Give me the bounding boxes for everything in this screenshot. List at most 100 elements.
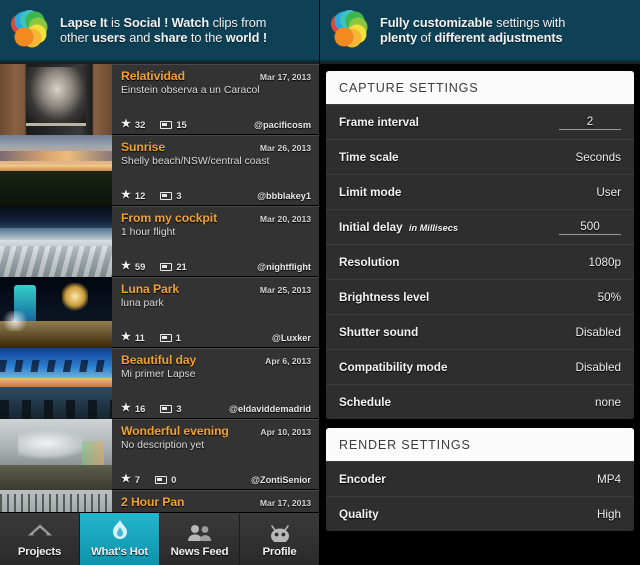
setting-label-suffix: in Millisecs: [408, 222, 458, 233]
settings-section-header: CAPTURE SETTINGS: [326, 71, 634, 104]
promo-line-1: Lapse It is Social ! Watch clips from: [60, 14, 267, 30]
feed-item-title: Relatividad: [121, 69, 185, 83]
lapse-it-flower-logo: [327, 8, 371, 52]
star-icon: ★: [121, 118, 131, 130]
setting-label: Encoder: [339, 472, 386, 486]
feed-item[interactable]: Relatividad Mar 17, 2013 Einstein observa …: [0, 64, 319, 135]
feed-item-stats: ★ 12 3: [121, 190, 182, 202]
settings-scroll-area[interactable]: CAPTURE SETTINGS Frame interval 2 Time scal…: [320, 64, 640, 565]
promo-line-2: plenty of different adjustments: [380, 30, 563, 45]
film-icon: [155, 475, 168, 484]
feed-item-title: Beautiful day: [121, 353, 197, 367]
feed-item-thumbnail[interactable]: [0, 277, 112, 348]
setting-row[interactable]: Compatibility mode Disabled: [326, 349, 634, 384]
feed-item[interactable]: 2 Hour Pan Mar 17, 2013: [0, 490, 319, 512]
tab-what-s-hot[interactable]: What's Hot: [80, 513, 160, 565]
settings-panel: Fully customizable settings with plenty …: [320, 0, 640, 565]
promo-line-1: Fully customizable settings with: [380, 14, 566, 30]
setting-row[interactable]: Limit mode User: [326, 174, 634, 209]
star-count-value: 59: [134, 261, 146, 272]
star-count: ★ 7: [121, 473, 140, 486]
star-count-value: 32: [134, 119, 146, 130]
setting-row[interactable]: Brightness level 50%: [326, 279, 634, 314]
feed-item[interactable]: Sunrise Mar 26, 2013 Shelly beach/NSW/cent…: [0, 135, 319, 206]
clip-count-value: 3: [176, 190, 182, 201]
feed-item-description: Mi primer Lapse: [121, 369, 196, 380]
setting-value[interactable]: High: [597, 508, 621, 521]
setting-value[interactable]: 500: [559, 220, 621, 235]
feed-item-user[interactable]: @nightflight: [257, 262, 311, 272]
setting-row[interactable]: Time scale Seconds: [326, 139, 634, 174]
feed-item-user[interactable]: @bbblakey1: [257, 191, 311, 201]
star-count: ★ 32: [121, 118, 146, 131]
feed-item-meta: Wonderful evening Apr 10, 2013 No descript…: [112, 419, 319, 489]
star-count-value: 16: [134, 403, 146, 414]
clip-count-value: 3: [176, 403, 182, 414]
feed-item-date: Mar 20, 2013: [259, 214, 311, 224]
setting-value[interactable]: Disabled: [576, 361, 621, 374]
feed-item-meta: Relatividad Mar 17, 2013 Einstein observa …: [112, 64, 319, 134]
setting-row[interactable]: Encoder MP4: [326, 461, 634, 496]
bottom-tab-bar: Projects What's Hot News Feed Profile: [0, 512, 319, 565]
feed-item[interactable]: Wonderful evening Apr 10, 2013 No descript…: [0, 419, 319, 490]
feed-item-description: Einstein observa a un Caracol: [121, 85, 260, 96]
setting-row[interactable]: Shutter sound Disabled: [326, 314, 634, 349]
star-count: ★ 59: [121, 260, 146, 273]
tab-projects[interactable]: Projects: [0, 513, 80, 565]
setting-row[interactable]: Resolution 1080p: [326, 244, 634, 279]
film-icon: [160, 404, 173, 413]
star-count-value: 11: [134, 332, 145, 343]
promo-text-settings: Fully customizable settings with plenty …: [380, 15, 565, 46]
setting-value[interactable]: 1080p: [588, 256, 621, 269]
setting-row[interactable]: Frame interval 2: [326, 104, 634, 139]
settings-section: RENDER SETTINGS Encoder MP4 Quality High: [326, 428, 634, 531]
feed-item[interactable]: From my cockpit Mar 20, 2013 1 hour flight…: [0, 206, 319, 277]
feed-item-stats: ★ 16 3: [121, 402, 182, 415]
feed-list[interactable]: Relatividad Mar 17, 2013 Einstein observa …: [0, 64, 319, 512]
setting-row[interactable]: Quality High: [326, 496, 634, 531]
star-icon: ★: [121, 402, 131, 414]
app-root: Lapse It is Social ! Watch clips from ot…: [0, 0, 640, 565]
feed-item-user[interactable]: @ZontiSenior: [251, 475, 311, 485]
setting-value[interactable]: Disabled: [576, 326, 621, 339]
setting-value[interactable]: MP4: [597, 473, 621, 486]
feed-item-user[interactable]: @pacificosm: [254, 120, 311, 130]
tab-label: Projects: [17, 546, 62, 558]
feed-item-thumbnail[interactable]: [0, 135, 112, 206]
clip-count: 15: [160, 119, 187, 130]
star-count: ★ 16: [121, 402, 146, 415]
feed-item-thumbnail[interactable]: [0, 419, 112, 490]
star-count: ★ 12: [121, 190, 145, 202]
setting-value[interactable]: 50%: [598, 291, 621, 304]
tab-news-feed[interactable]: News Feed: [160, 513, 240, 565]
setting-label: Resolution: [339, 255, 400, 269]
people-icon: [187, 520, 213, 542]
feed-item-user[interactable]: @Luxker: [272, 333, 311, 343]
feed-item-date: Mar 17, 2013: [259, 72, 311, 82]
feed-item-meta: Sunrise Mar 26, 2013 Shelly beach/NSW/cent…: [112, 135, 319, 205]
setting-value[interactable]: User: [596, 186, 621, 199]
clip-count-value: 1: [175, 332, 182, 343]
film-icon: [160, 191, 173, 200]
feed-item-thumbnail[interactable]: [0, 64, 112, 135]
feed-item-thumbnail[interactable]: [0, 206, 112, 277]
feed-item[interactable]: Beautiful day Apr 6, 2013 Mi primer Lapse ★…: [0, 348, 319, 419]
feed-item-thumbnail[interactable]: [0, 490, 112, 512]
feed-item[interactable]: Luna Park Mar 25, 2013 luna park ★ 11 1 @Luxke…: [0, 277, 319, 348]
feed-item-thumbnail[interactable]: [0, 348, 112, 419]
flame-icon: [111, 520, 129, 542]
setting-label: Brightness level: [339, 290, 430, 304]
setting-row[interactable]: Schedule none: [326, 384, 634, 419]
star-icon: ★: [121, 473, 131, 485]
setting-label: Time scale: [339, 150, 399, 164]
setting-value[interactable]: 2: [559, 115, 621, 130]
setting-row[interactable]: Initial delay in Millisecs 500: [326, 209, 634, 244]
setting-value[interactable]: Seconds: [576, 151, 621, 164]
feed-item-title: Wonderful evening: [121, 424, 229, 438]
feed-item-date: Apr 10, 2013: [260, 427, 311, 437]
setting-value[interactable]: none: [595, 396, 621, 409]
tab-profile[interactable]: Profile: [240, 513, 319, 565]
tab-label: Profile: [262, 546, 297, 558]
feed-item-user[interactable]: @eldaviddemadrid: [229, 404, 311, 414]
star-icon: ★: [121, 260, 131, 272]
